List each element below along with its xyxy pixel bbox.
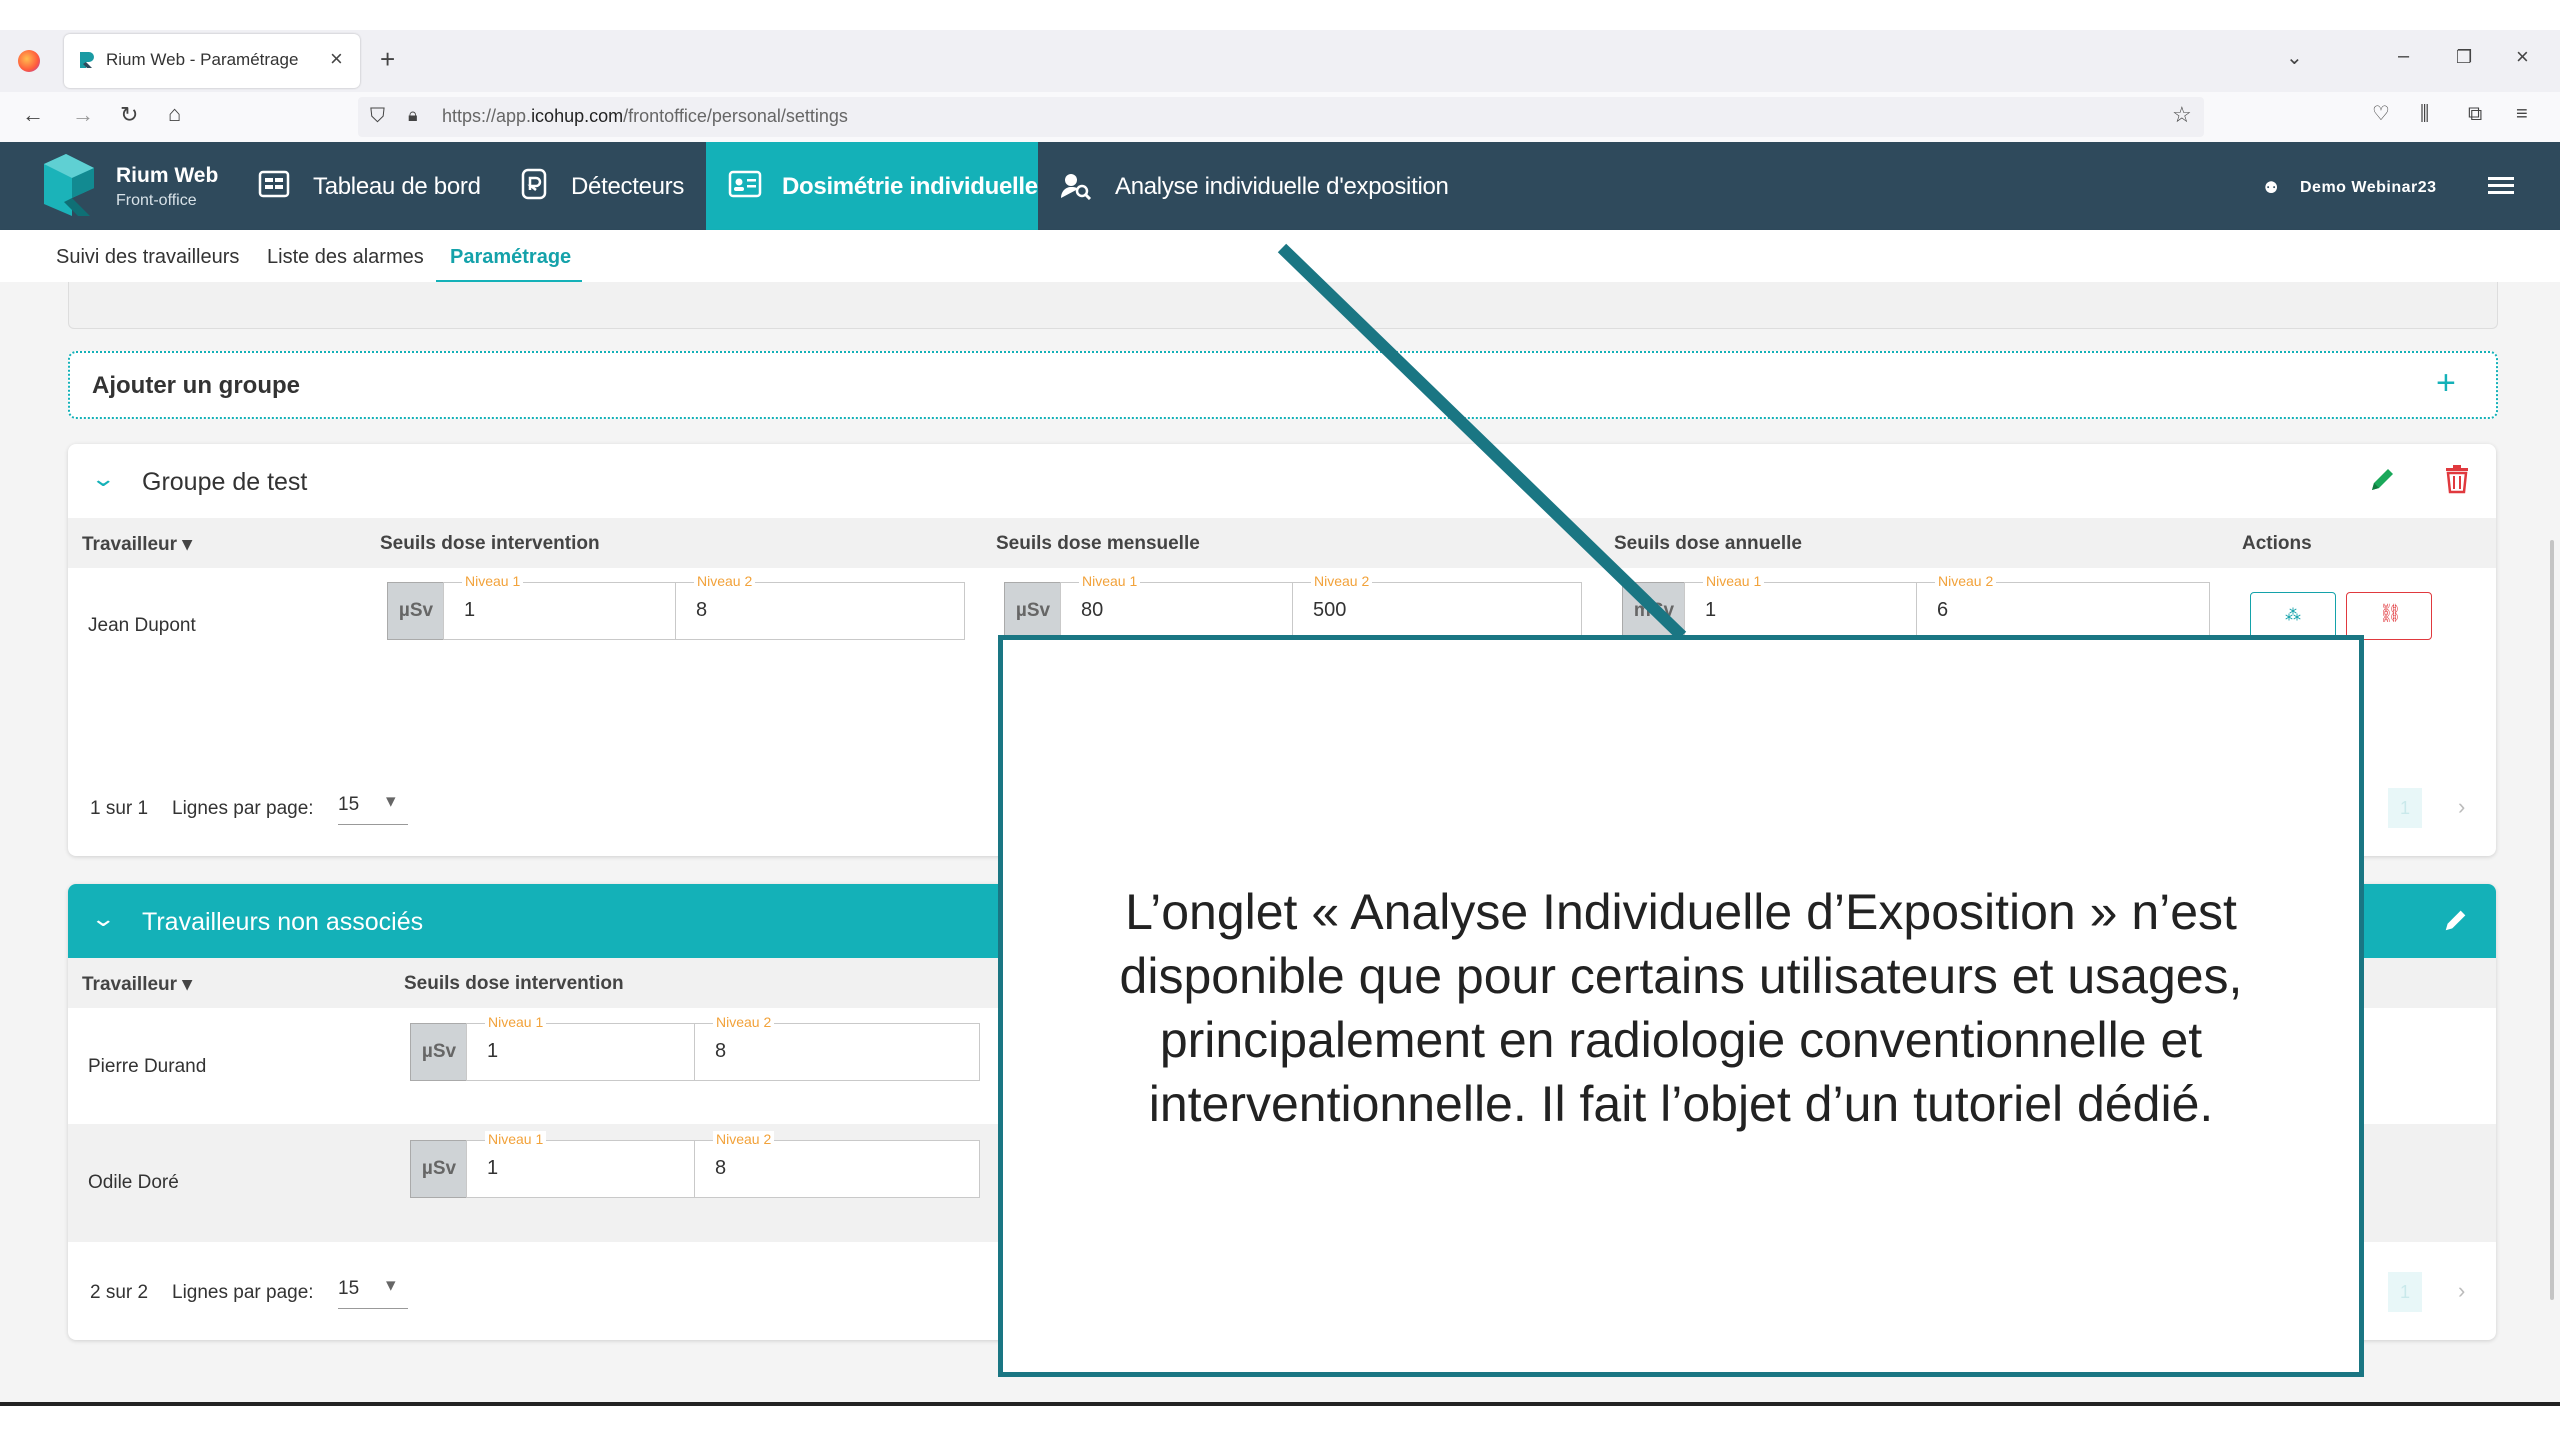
callout-box: L’onglet « Analyse Individuelle d’Exposi… (998, 635, 2364, 1377)
callout-text: L’onglet « Analyse Individuelle d’Exposi… (1119, 884, 2243, 1132)
